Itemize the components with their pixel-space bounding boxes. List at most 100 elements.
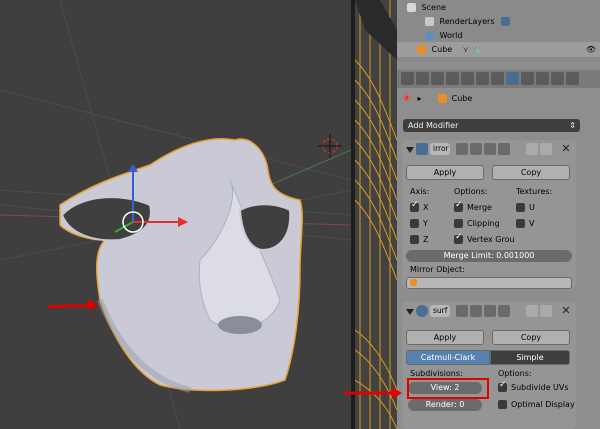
constraints-tab-icon[interactable] [476,72,489,85]
subdivisions-label: Subdivisions: [410,369,463,378]
modifiers-tab-icon[interactable] [506,72,519,85]
vertex-groups-label: Vertex Grou [467,235,515,244]
world-tab-icon[interactable] [446,72,459,85]
mirror-copy-label: Copy [520,168,542,177]
3d-cursor [318,134,342,158]
mirror-object-field[interactable] [406,277,572,289]
add-modifier-dropdown[interactable]: Add Modifier ⇕ [403,119,580,132]
particles-tab-icon[interactable] [551,72,564,85]
outliner-row-scene[interactable]: Scene [397,0,600,15]
merge-checkbox[interactable] [454,200,463,212]
subsurf-apply-button[interactable]: Apply [406,330,484,345]
editmode-toggle-icon[interactable] [484,305,496,317]
mirror-apply-label: Apply [433,168,457,177]
merge-limit-field[interactable]: Merge Limit: 0.001000 [406,250,572,262]
viewport-toggle-icon[interactable] [470,143,482,155]
clipping-label: Clipping [467,219,500,228]
texture-u-checkbox[interactable] [516,203,525,212]
texture-tab-icon[interactable] [536,72,549,85]
vertex-groups-checkbox[interactable] [454,232,463,244]
world-label: World [439,31,463,40]
cage-toggle-icon[interactable] [498,305,510,317]
material-tab-icon[interactable] [521,72,534,85]
subsurf-modifier-icon [416,305,428,317]
wrench-icon: 🔧 [471,45,482,54]
annotation-highlight-box [407,378,489,399]
merge-label: Merge [467,203,492,212]
texture-v-checkbox[interactable] [516,219,525,228]
subsurf-options-label: Options: [498,369,532,378]
render-toggle-icon[interactable] [456,143,468,155]
object-tab-icon[interactable] [461,72,474,85]
layers-tab-icon[interactable] [416,72,429,85]
pin-icon[interactable]: 📌 [401,94,411,103]
close-icon[interactable]: ✕ [560,143,572,155]
subdivide-uvs-checkbox[interactable] [498,380,507,392]
wireframe-mesh [355,0,397,429]
axis-y-checkbox[interactable] [410,219,419,228]
outliner-row-world[interactable]: World [397,28,600,43]
simple-label: Simple [516,353,544,362]
move-down-icon[interactable] [540,143,552,155]
axis-label: Axis: [410,187,430,196]
outliner-row-cube[interactable]: Cube ⋎ 🔧 👁 [397,42,600,57]
scene-icon [407,3,416,12]
texture-v-label: V [529,219,535,228]
3d-viewport[interactable] [0,0,351,429]
secondary-viewport[interactable] [355,0,397,429]
viewport-toggle-icon[interactable] [470,305,482,317]
close-icon[interactable]: ✕ [560,305,572,317]
axis-y-label: Y [423,219,428,228]
axis-x-checkbox[interactable] [410,200,419,212]
simple-toggle[interactable]: Simple [490,350,570,365]
outliner-panel: Scene RenderLayers World Cube ⋎ 🔧 👁 [397,0,600,62]
render-toggle-icon[interactable] [456,305,468,317]
textures-label: Textures: [516,187,553,196]
visibility-icon[interactable]: 👁 [586,42,596,57]
render-levels-text: Render: 0 [425,400,465,409]
subsurf-name-text: surf [433,306,448,315]
mirror-name-field[interactable]: irror [430,143,450,155]
mirror-object-icon [410,279,417,286]
mirror-copy-button[interactable]: Copy [492,165,570,180]
axis-z-label: Z [423,235,429,244]
cage-toggle-icon[interactable] [498,143,510,155]
outliner-row-renderlayers[interactable]: RenderLayers [397,14,600,29]
camera-icon[interactable] [501,17,511,26]
properties-tabs [397,70,600,88]
annotation-arrow-left [47,299,98,311]
object-icon [417,45,426,54]
catmull-clark-toggle[interactable]: Catmull-Clark [406,350,490,365]
editmode-toggle-icon[interactable] [484,143,496,155]
subsurf-modifier-panel: surf ✕ Apply Copy Catmull-Clark Simple S… [402,302,576,429]
optimal-display-checkbox[interactable] [498,400,507,409]
physics-tab-icon[interactable] [566,72,579,85]
mirror-object-label: Mirror Object: [410,265,465,274]
merge-limit-text: Merge Limit: 0.001000 [443,251,535,260]
breadcrumb-label: Cube [451,94,473,103]
data-tab-icon[interactable] [491,72,504,85]
subsurf-apply-label: Apply [433,333,457,342]
optimal-display-label: Optimal Display [511,400,575,409]
cube-crumb-icon [438,94,448,103]
move-down-icon[interactable] [540,305,552,317]
axis-z-checkbox[interactable] [410,235,419,244]
move-up-icon[interactable] [526,305,538,317]
move-up-icon[interactable] [526,143,538,155]
subsurf-copy-button[interactable]: Copy [492,330,570,345]
mirror-name-text: irror [433,144,449,153]
viewport-scene [0,0,351,429]
options-label: Options: [454,187,488,196]
render-levels-field[interactable]: Render: 0 [408,399,482,411]
breadcrumb: 📌 ▸ Cube [401,92,472,106]
render-tab-icon[interactable] [401,72,414,85]
collapse-arrow-icon[interactable] [406,147,414,153]
scene-tab-icon[interactable] [431,72,444,85]
subsurf-copy-label: Copy [520,333,542,342]
renderlayers-icon [425,17,434,26]
collapse-arrow-icon[interactable] [406,309,414,315]
mirror-apply-button[interactable]: Apply [406,165,484,180]
subsurf-name-field[interactable]: surf [430,305,450,317]
cube-label: Cube [431,45,453,54]
clipping-checkbox[interactable] [454,219,463,228]
